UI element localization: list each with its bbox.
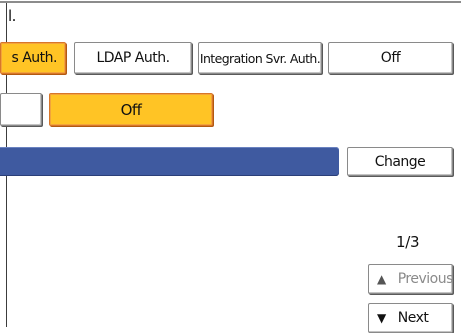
change-button[interactable]: Change [347, 147, 453, 176]
next-page-button[interactable]: ▼ Next [368, 303, 453, 333]
setting-off-label: Off [120, 100, 142, 119]
integration-svr-auth-label: Integration Svr. Auth. [199, 50, 321, 66]
auth-off-button[interactable]: Off [328, 42, 453, 74]
ldap-auth-label: LDAP Auth. [96, 50, 170, 66]
ldap-auth-button[interactable]: LDAP Auth. [74, 42, 192, 74]
triangle-up-icon: ▲ [377, 272, 386, 286]
selected-list-row[interactable] [0, 147, 339, 176]
setting-off-button[interactable]: Off [49, 93, 213, 126]
next-label: Next [397, 310, 429, 326]
previous-label: Previous [397, 271, 453, 287]
change-label: Change [374, 153, 426, 170]
auth-option-label: s Auth. [11, 50, 57, 66]
setting-option-button[interactable] [0, 93, 42, 126]
header-text: l. [8, 7, 16, 25]
triangle-down-icon: ▼ [377, 311, 386, 325]
integration-svr-auth-button[interactable]: Integration Svr. Auth. [198, 42, 322, 74]
auth-option-button[interactable]: s Auth. [0, 42, 66, 74]
page-indicator: 1/3 [396, 233, 420, 251]
auth-off-label: Off [380, 50, 401, 66]
previous-page-button[interactable]: ▲ Previous [368, 264, 453, 294]
top-divider [0, 1, 461, 3]
